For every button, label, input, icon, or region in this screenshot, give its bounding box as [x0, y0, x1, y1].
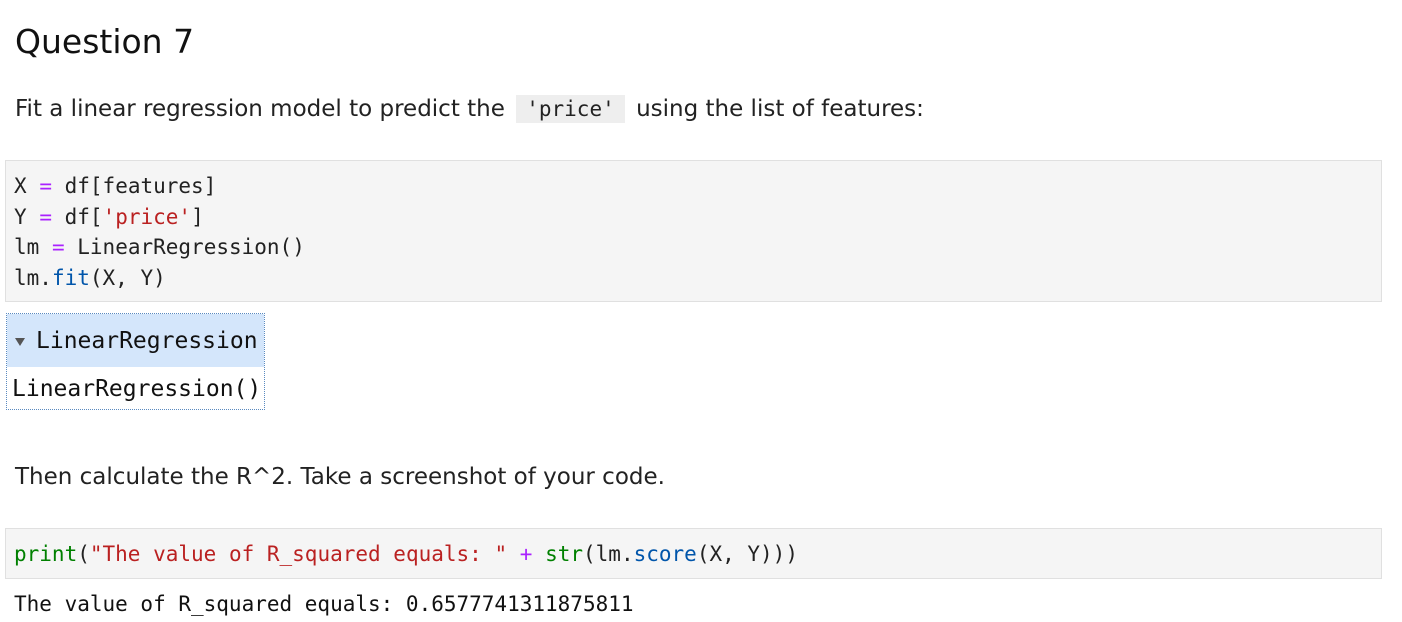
instruction-text-end: using the list of features: [636, 96, 924, 122]
code-line-2: Y = df['price'] [14, 204, 204, 229]
instruction-text-start: Fit a linear regression model to predict… [15, 96, 505, 122]
code-cell-score[interactable]: print("The value of R_squared equals: " … [5, 528, 1382, 579]
estimator-repr: LinearRegression() [12, 376, 262, 402]
code-line-1: X = df[features] [14, 174, 217, 198]
code-line-4: lm.fit(X, Y) [14, 265, 166, 290]
instruction-paragraph: Fit a linear regression model to predict… [15, 93, 924, 125]
triangle-down-icon[interactable] [15, 337, 25, 346]
question-heading: Question 7 [15, 22, 195, 61]
cell-output: The value of R_squared equals: 0.6577741… [14, 592, 634, 616]
estimator-title: LinearRegression [36, 327, 258, 354]
code-line-print: print("The value of R_squared equals: " … [14, 542, 798, 566]
code-cell-fit[interactable]: X = df[features] Y = df['price'] lm = Li… [5, 160, 1382, 302]
estimator-toggle[interactable]: LinearRegression [7, 314, 264, 367]
inline-code-price: 'price' [516, 95, 625, 123]
estimator-widget: LinearRegression LinearRegression() [6, 313, 265, 410]
instruction-paragraph-2: Then calculate the R^2. Take a screensho… [15, 464, 665, 490]
code-line-3: lm = LinearRegression() [14, 235, 305, 259]
